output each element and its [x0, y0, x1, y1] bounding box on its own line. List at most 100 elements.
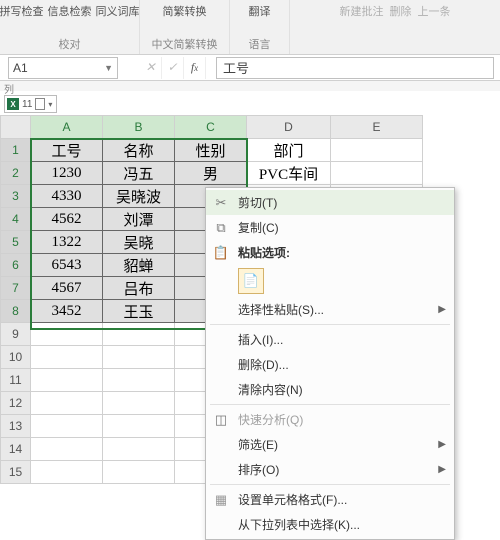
row-header[interactable]: 2: [1, 162, 31, 185]
row-header[interactable]: 1: [1, 139, 31, 162]
menu-separator: [210, 404, 450, 405]
delete-comment-button: 删除: [390, 3, 412, 19]
menu-label: 剪切(T): [238, 194, 446, 211]
col-header-D[interactable]: D: [247, 116, 331, 139]
cell[interactable]: 刘潭: [103, 208, 175, 231]
cell[interactable]: [103, 323, 175, 346]
row-header[interactable]: 7: [1, 277, 31, 300]
cell[interactable]: 男: [175, 162, 247, 185]
row-header[interactable]: 15: [1, 461, 31, 484]
menu-paste-special[interactable]: 选择性粘贴(S)... ▶: [206, 297, 454, 322]
menu-insert[interactable]: 插入(I)...: [206, 327, 454, 352]
cell[interactable]: [31, 323, 103, 346]
cell[interactable]: [331, 139, 423, 162]
cell[interactable]: 4330: [31, 185, 103, 208]
menu-label: 排序(O): [238, 461, 430, 478]
row-header[interactable]: 9: [1, 323, 31, 346]
cell[interactable]: 性别: [175, 139, 247, 162]
col-header-C[interactable]: C: [175, 116, 247, 139]
cell[interactable]: 貂蝉: [103, 254, 175, 277]
row-header[interactable]: 10: [1, 346, 31, 369]
cell[interactable]: 1230: [31, 162, 103, 185]
col-header-A[interactable]: A: [31, 116, 103, 139]
formula-bar-row: A1 ▼ ✕ ✓ fx 工号: [0, 55, 500, 81]
row-header[interactable]: 5: [1, 231, 31, 254]
chevron-down-icon[interactable]: ▾: [48, 100, 52, 109]
col-header-B[interactable]: B: [103, 116, 175, 139]
menu-format-cells[interactable]: ▦ 设置单元格格式(F)...: [206, 487, 454, 512]
fx-icon[interactable]: fx: [184, 57, 206, 79]
simp-trad-button[interactable]: 简繁转换: [163, 3, 207, 19]
menu-copy[interactable]: ⧉ 复制(C): [206, 215, 454, 240]
column-label-strip: 列: [0, 81, 500, 91]
cell[interactable]: 王玉: [103, 300, 175, 323]
menu-sort[interactable]: 排序(O) ▶: [206, 457, 454, 482]
cell[interactable]: PVC车间: [247, 162, 331, 185]
quick-analysis-icon: ◫: [212, 412, 230, 428]
menu-label: 从下拉列表中选择(K)...: [238, 516, 446, 533]
scissors-icon: ✂: [212, 195, 230, 211]
cell[interactable]: 吕布: [103, 277, 175, 300]
menu-filter[interactable]: 筛选(E) ▶: [206, 432, 454, 457]
cell[interactable]: 4562: [31, 208, 103, 231]
row-header[interactable]: 3: [1, 185, 31, 208]
workbook-tab[interactable]: X 11 ▾: [4, 95, 57, 113]
menu-separator: [210, 324, 450, 325]
cell[interactable]: [331, 162, 423, 185]
row-header[interactable]: 6: [1, 254, 31, 277]
ribbon-group-chinese: 简繁转换 中文简繁转换: [140, 0, 230, 54]
cell[interactable]: 名称: [103, 139, 175, 162]
col-header-E[interactable]: E: [331, 116, 423, 139]
ribbon-group-label: 中文简繁转换: [152, 36, 218, 52]
menu-quick-analysis: ◫ 快速分析(Q): [206, 407, 454, 432]
select-all-corner[interactable]: [1, 116, 31, 139]
cell[interactable]: 3452: [31, 300, 103, 323]
row-header[interactable]: 14: [1, 438, 31, 461]
row-header[interactable]: 13: [1, 415, 31, 438]
spellcheck-button[interactable]: 拼写检查: [0, 3, 44, 19]
cell[interactable]: 吴晓: [103, 231, 175, 254]
chevron-down-icon[interactable]: ▼: [104, 63, 113, 73]
name-box[interactable]: A1 ▼: [8, 57, 118, 79]
cell[interactable]: [103, 346, 175, 369]
translate-button[interactable]: 翻译: [249, 3, 271, 19]
prev-comment-button: 上一条: [418, 3, 451, 19]
cell[interactable]: 冯五: [103, 162, 175, 185]
cell[interactable]: [103, 392, 175, 415]
thesaurus-button[interactable]: 同义词库: [96, 3, 140, 19]
menu-dropdown-select[interactable]: 从下拉列表中选择(K)...: [206, 512, 454, 537]
cell[interactable]: [103, 438, 175, 461]
menu-separator: [210, 484, 450, 485]
cell[interactable]: [31, 438, 103, 461]
cell[interactable]: 部门: [247, 139, 331, 162]
cancel-formula-icon: ✕: [140, 57, 162, 79]
row-header[interactable]: 12: [1, 392, 31, 415]
formula-value: 工号: [223, 58, 249, 77]
cell[interactable]: 1322: [31, 231, 103, 254]
menu-label: 清除内容(N): [238, 381, 446, 398]
menu-cut[interactable]: ✂ 剪切(T): [206, 190, 454, 215]
research-button[interactable]: 信息检索: [48, 3, 92, 19]
cell[interactable]: [103, 415, 175, 438]
cell[interactable]: 4567: [31, 277, 103, 300]
ribbon-group-label: 校对: [59, 36, 81, 52]
cell[interactable]: 6543: [31, 254, 103, 277]
submenu-arrow-icon: ▶: [438, 439, 446, 450]
row-header[interactable]: 4: [1, 208, 31, 231]
cell[interactable]: [31, 346, 103, 369]
cell[interactable]: [31, 461, 103, 484]
paste-default-button[interactable]: 📄: [238, 268, 264, 294]
cell[interactable]: [31, 392, 103, 415]
paste-icon: 📄: [243, 273, 259, 289]
row-header[interactable]: 8: [1, 300, 31, 323]
formula-bar[interactable]: 工号: [216, 57, 494, 79]
cell[interactable]: 工号: [31, 139, 103, 162]
cell[interactable]: [103, 369, 175, 392]
menu-clear[interactable]: 清除内容(N): [206, 377, 454, 402]
cell[interactable]: [31, 369, 103, 392]
cell[interactable]: 吴晓波: [103, 185, 175, 208]
row-header[interactable]: 11: [1, 369, 31, 392]
cell[interactable]: [103, 461, 175, 484]
menu-delete[interactable]: 删除(D)...: [206, 352, 454, 377]
cell[interactable]: [31, 415, 103, 438]
